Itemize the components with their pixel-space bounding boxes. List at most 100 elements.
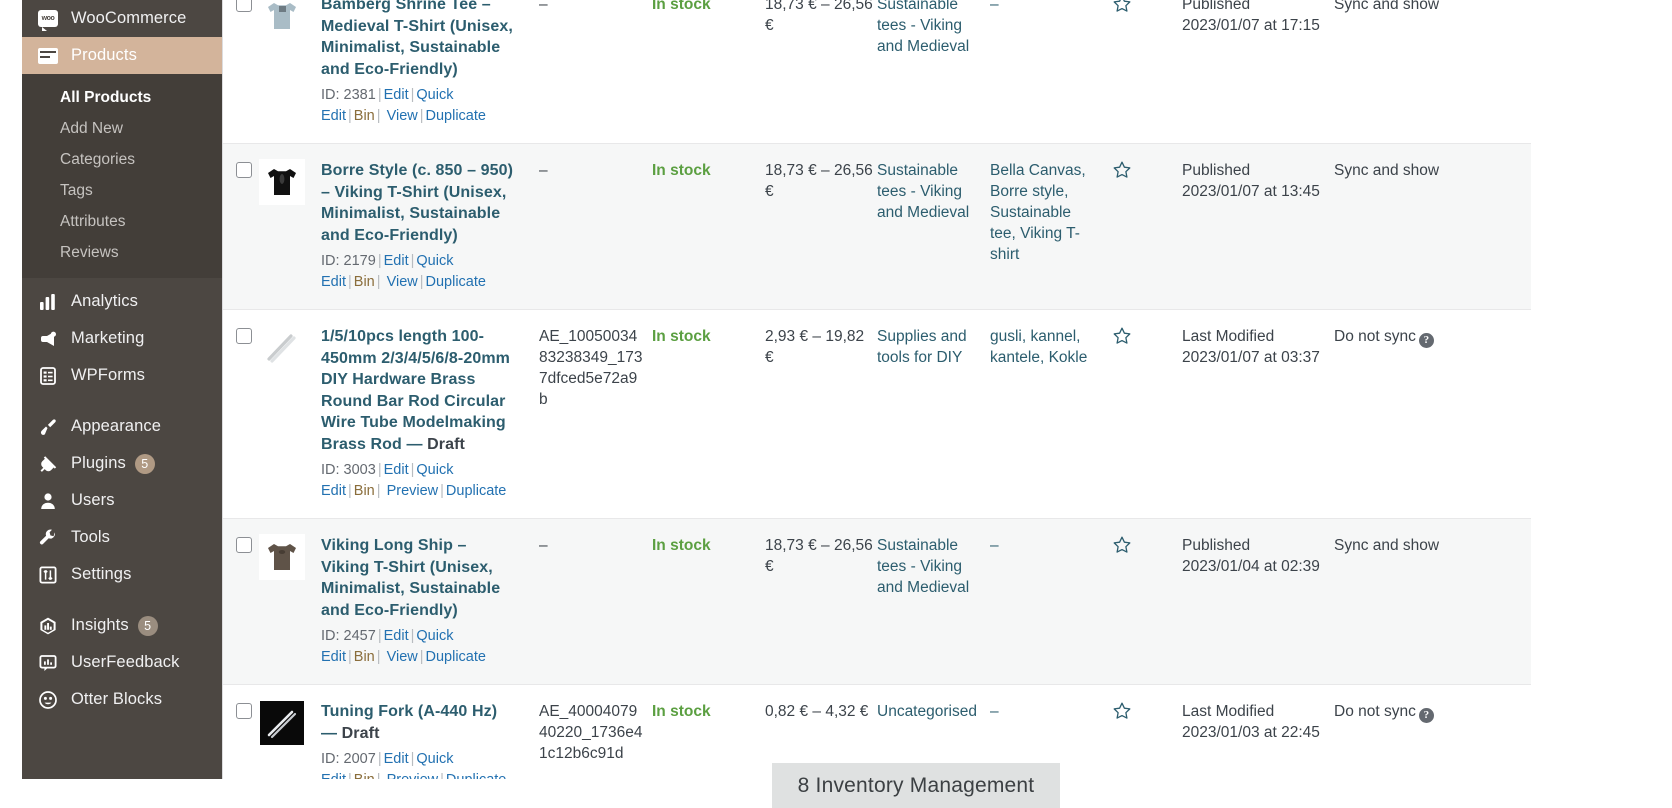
sidebar-item-add-new[interactable]: Add New — [22, 113, 222, 144]
action-separator: | — [348, 649, 352, 665]
sidebar-item-appearance[interactable]: Appearance — [22, 408, 222, 445]
edit-link[interactable]: Edit — [384, 253, 409, 269]
action-separator: | — [377, 87, 382, 103]
star-icon[interactable] — [1112, 0, 1182, 14]
help-icon[interactable]: ? — [1418, 333, 1434, 348]
table-row[interactable]: Borre Style (c. 850 – 950) – Viking T-Sh… — [223, 144, 1531, 310]
sidebar-item-tools[interactable]: Tools — [22, 519, 222, 556]
sidebar-item-plugins[interactable]: Plugins 5 — [22, 445, 222, 482]
view-or-preview-link[interactable]: Preview — [387, 483, 439, 499]
sync-status: Sync and show — [1334, 537, 1440, 554]
table-row[interactable]: 1/5/10pcs length 100-450mm 2/3/4/5/6/8-2… — [223, 310, 1531, 519]
star-icon[interactable] — [1112, 701, 1182, 721]
featured-toggle-cell[interactable] — [1112, 310, 1182, 518]
edit-link[interactable]: Edit — [384, 628, 409, 644]
duplicate-link[interactable]: Duplicate — [426, 274, 486, 290]
table-row[interactable]: Viking Long Ship – Viking T-Shirt (Unise… — [223, 519, 1531, 685]
sidebar-item-otter-blocks[interactable]: Otter Blocks — [22, 681, 222, 718]
table-row[interactable]: Bamberg Shrine Tee – Medieval T-Shirt (U… — [223, 0, 1531, 144]
paintbrush-icon — [36, 416, 60, 438]
product-categories[interactable]: Supplies and tools for DIY — [877, 310, 990, 518]
duplicate-link[interactable]: Duplicate — [426, 108, 486, 124]
product-sku: AE_1005003483238349_1737dfced5e72a9b — [539, 328, 643, 408]
bin-link[interactable]: Bin — [354, 274, 375, 290]
product-thumbnail-image — [259, 700, 305, 746]
product-price: 18,73 € – 26,56 € — [765, 162, 873, 200]
product-title-link[interactable]: Tuning Fork (A-440 Hz) — Draft — [321, 701, 517, 744]
row-select-checkbox[interactable] — [236, 162, 252, 178]
action-separator: | — [377, 751, 382, 767]
product-price: 18,73 € – 26,56 € — [765, 0, 873, 34]
featured-toggle-cell[interactable] — [1112, 519, 1182, 684]
featured-toggle-cell[interactable] — [1112, 144, 1182, 309]
row-checkbox-cell[interactable] — [223, 310, 259, 518]
product-thumbnail-cell[interactable] — [259, 310, 321, 518]
star-icon[interactable] — [1112, 326, 1182, 346]
row-checkbox-cell[interactable] — [223, 519, 259, 684]
featured-toggle-cell[interactable] — [1112, 0, 1182, 143]
sidebar-item-attributes[interactable]: Attributes — [22, 206, 222, 237]
product-tags[interactable]: – — [990, 0, 1112, 143]
edit-link[interactable]: Edit — [384, 751, 409, 767]
sidebar-item-tags[interactable]: Tags — [22, 175, 222, 206]
product-categories[interactable]: Sustainable tees - Viking and Medieval — [877, 144, 990, 309]
product-name-cell: Viking Long Ship – Viking T-Shirt (Unise… — [321, 519, 539, 684]
sidebar-item-label: Users — [71, 491, 115, 509]
help-icon[interactable]: ? — [1418, 708, 1434, 723]
row-select-checkbox[interactable] — [236, 537, 252, 553]
sidebar-item-users[interactable]: Users — [22, 482, 222, 519]
product-tags[interactable]: – — [990, 519, 1112, 684]
product-title-link[interactable]: Bamberg Shrine Tee – Medieval T-Shirt (U… — [321, 0, 517, 80]
action-separator: | — [377, 462, 382, 478]
product-title-link[interactable]: 1/5/10pcs length 100-450mm 2/3/4/5/6/8-2… — [321, 326, 517, 455]
megaphone-icon — [36, 328, 60, 350]
product-tags[interactable]: Bella Canvas, Borre style, Sustainable t… — [990, 144, 1112, 309]
product-thumbnail-cell[interactable] — [259, 144, 321, 309]
view-or-preview-link[interactable]: View — [387, 108, 418, 124]
sidebar-item-all-products[interactable]: All Products — [22, 82, 222, 113]
row-select-checkbox[interactable] — [236, 703, 252, 719]
action-separator: | — [348, 483, 352, 499]
date-value: 2023/01/07 at 03:37 — [1182, 349, 1320, 366]
duplicate-link[interactable]: Duplicate — [446, 483, 506, 499]
row-select-checkbox[interactable] — [236, 0, 252, 12]
product-title-link[interactable]: Borre Style (c. 850 – 950) – Viking T-Sh… — [321, 160, 517, 246]
row-actions: ID: 2457 | Edit | Quick Edit | Bin | View | Dupli… — [321, 626, 517, 668]
product-title-link[interactable]: Viking Long Ship – Viking T-Shirt (Unise… — [321, 535, 517, 621]
view-or-preview-link[interactable]: View — [387, 274, 418, 290]
sidebar-item-userfeedback[interactable]: UserFeedback — [22, 644, 222, 681]
product-tags[interactable]: gusli, kannel, kantele, Kokle — [990, 310, 1112, 518]
row-select-checkbox[interactable] — [236, 328, 252, 344]
action-separator: | — [419, 649, 424, 665]
bin-link[interactable]: Bin — [354, 108, 375, 124]
sidebar-item-categories[interactable]: Categories — [22, 144, 222, 175]
product-categories[interactable]: Sustainable tees - Viking and Medieval — [877, 0, 990, 143]
star-icon[interactable] — [1112, 535, 1182, 555]
edit-link[interactable]: Edit — [384, 462, 409, 478]
sidebar-item-analytics[interactable]: Analytics — [22, 283, 222, 320]
sidebar-item-label: Otter Blocks — [71, 690, 163, 708]
sync-status: Do not sync? — [1334, 310, 1474, 518]
row-checkbox-cell[interactable] — [223, 144, 259, 309]
product-thumbnail-cell[interactable] — [259, 519, 321, 684]
bin-link[interactable]: Bin — [354, 649, 375, 665]
action-separator: | — [376, 649, 381, 665]
sidebar-item-marketing[interactable]: Marketing — [22, 320, 222, 357]
sidebar-item-reviews[interactable]: Reviews — [22, 237, 222, 268]
sidebar-divider-2 — [22, 593, 222, 607]
sidebar-item-wpforms[interactable]: WPForms — [22, 357, 222, 394]
star-icon[interactable] — [1112, 160, 1182, 180]
sidebar-item-settings[interactable]: Settings — [22, 556, 222, 593]
view-or-preview-link[interactable]: View — [387, 649, 418, 665]
duplicate-link[interactable]: Duplicate — [426, 649, 486, 665]
bin-link[interactable]: Bin — [354, 483, 375, 499]
row-checkbox-cell[interactable] — [223, 0, 259, 143]
product-categories[interactable]: Sustainable tees - Viking and Medieval — [877, 519, 990, 684]
edit-link[interactable]: Edit — [384, 87, 409, 103]
sidebar-item-woocommerce[interactable]: woo WooCommerce — [22, 0, 222, 37]
sidebar-item-label: Appearance — [71, 417, 161, 435]
product-thumbnail-cell[interactable] — [259, 0, 321, 143]
products-content-area: Bamberg Shrine Tee – Medieval T-Shirt (U… — [222, 0, 1672, 808]
sidebar-item-products[interactable]: Products — [22, 37, 236, 74]
sidebar-item-insights[interactable]: Insights 5 — [22, 607, 222, 644]
